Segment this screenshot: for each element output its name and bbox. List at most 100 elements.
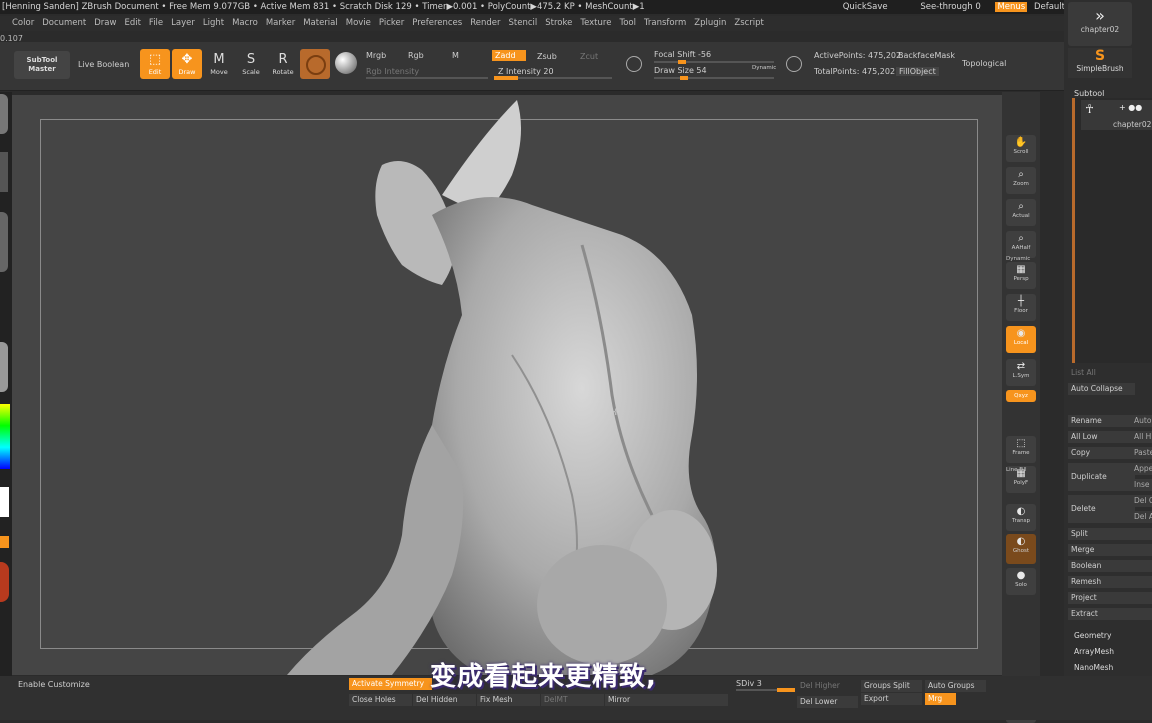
main-color-swatch[interactable] <box>0 487 9 517</box>
rotate-button[interactable]: R Rotate <box>268 49 298 79</box>
menu-macro[interactable]: Macro <box>232 18 258 28</box>
backface-mask-button[interactable]: BackfaceMask <box>898 51 955 60</box>
color-picker[interactable] <box>0 404 10 469</box>
brush-icon[interactable] <box>0 94 8 134</box>
floor-button[interactable]: ┼ Floor <box>1006 294 1036 321</box>
mrg-button[interactable]: Mrg <box>925 693 956 705</box>
move-button[interactable]: M Move <box>204 49 234 79</box>
material-icon[interactable] <box>0 342 8 392</box>
fill-object-button[interactable]: FillObject <box>896 67 939 76</box>
material-swatch[interactable] <box>300 49 330 79</box>
all-low-button[interactable]: All Low <box>1068 431 1135 443</box>
frame-button[interactable]: ⬚ Frame <box>1006 436 1036 463</box>
scroll-button[interactable]: ✋ Scroll <box>1006 135 1036 162</box>
secondary-color-swatch[interactable] <box>0 562 9 602</box>
quicksave-button[interactable]: QuickSave <box>843 2 888 12</box>
enable-customize-button[interactable]: Enable Customize <box>18 680 90 689</box>
fix-mesh-button[interactable]: Fix Mesh <box>477 694 540 706</box>
rgb-intensity-slider[interactable]: Rgb Intensity <box>366 67 419 76</box>
actual-button[interactable]: ⌕ Actual <box>1006 199 1036 226</box>
texture-swatch[interactable] <box>335 52 357 74</box>
menu-picker[interactable]: Picker <box>379 18 404 28</box>
section-arraymesh[interactable]: ArrayMesh <box>1074 647 1114 656</box>
side-del-o-button[interactable]: Del O <box>1132 495 1152 507</box>
delmt-button[interactable]: DelMT <box>541 694 604 706</box>
list-all-button[interactable]: List All <box>1068 367 1135 379</box>
brush-thumb[interactable]: S SimpleBrush <box>1068 48 1132 78</box>
menu-zplugin[interactable]: Zplugin <box>694 18 726 28</box>
live-boolean-button[interactable]: Live Boolean <box>78 60 129 69</box>
side-del-a-button[interactable]: Del A <box>1132 511 1152 523</box>
menu-color[interactable]: Color <box>12 18 34 28</box>
menu-transform[interactable]: Transform <box>644 18 686 28</box>
rgb-button[interactable]: Rgb <box>408 51 424 60</box>
boolean-button[interactable]: Boolean <box>1068 560 1152 572</box>
persp-button[interactable]: ▦ Persp <box>1006 262 1036 289</box>
zcut-button[interactable]: Zcut <box>580 52 598 61</box>
side-auto-button[interactable]: Auto <box>1132 415 1152 427</box>
current-tool-thumb[interactable]: » chapter02 <box>1068 2 1132 46</box>
side-appe-button[interactable]: Appe <box>1132 463 1152 475</box>
menu-draw[interactable]: Draw <box>94 18 116 28</box>
aahalf-button[interactable]: ⌕ AAHalf <box>1006 231 1036 258</box>
close-holes-button[interactable]: Close Holes <box>349 694 412 706</box>
auto-groups-button[interactable]: Auto Groups <box>925 680 986 692</box>
rename-button[interactable]: Rename <box>1068 415 1135 427</box>
menu-movie[interactable]: Movie <box>346 18 371 28</box>
menu-marker[interactable]: Marker <box>266 18 295 28</box>
menu-stroke[interactable]: Stroke <box>545 18 572 28</box>
subtool-title[interactable]: Subtool <box>1074 89 1104 98</box>
side-paste-button[interactable]: Paste <box>1132 447 1152 459</box>
auto-collapse-button[interactable]: Auto Collapse <box>1068 383 1135 395</box>
scale-button[interactable]: S Scale <box>236 49 266 79</box>
alpha-icon[interactable] <box>0 212 8 272</box>
section-nanomesh[interactable]: NanoMesh <box>1074 663 1113 672</box>
menu-file[interactable]: File <box>149 18 163 28</box>
ghost-button[interactable]: ◐ Ghost <box>1006 534 1036 564</box>
del-lower-button[interactable]: Del Lower <box>797 696 858 708</box>
solo-button[interactable]: ● Solo <box>1006 568 1036 595</box>
menus-button[interactable]: Menus <box>995 2 1028 12</box>
merge-button[interactable]: Merge <box>1068 544 1152 556</box>
menu-stencil[interactable]: Stencil <box>508 18 537 28</box>
local-button[interactable]: ◉ Local <box>1006 326 1036 353</box>
topological-button[interactable]: Topological <box>962 59 1006 68</box>
transp-button[interactable]: ◐ Transp <box>1006 504 1036 531</box>
duplicate-button[interactable]: Duplicate <box>1068 463 1135 491</box>
switch-color-icon[interactable] <box>0 536 9 548</box>
delete-button[interactable]: Delete <box>1068 495 1135 523</box>
subtool-visibility-icon[interactable]: + ●● <box>1119 103 1142 112</box>
menu-edit[interactable]: Edit <box>124 18 140 28</box>
focal-shift-slider[interactable]: Focal Shift -56 <box>654 50 711 59</box>
dynamic-toggle[interactable]: Dynamic <box>752 65 776 71</box>
zoom-button[interactable]: ⌕ Zoom <box>1006 167 1036 194</box>
section-geometry[interactable]: Geometry <box>1074 631 1111 640</box>
z-intensity-slider[interactable]: Z Intensity 20 <box>498 67 554 76</box>
menu-texture[interactable]: Texture <box>580 18 611 28</box>
project-button[interactable]: Project <box>1068 592 1152 604</box>
subtool-master-button[interactable]: SubTool Master <box>14 51 70 79</box>
menu-material[interactable]: Material <box>303 18 338 28</box>
sdiv-slider[interactable]: SDiv 3 <box>736 679 762 688</box>
zadd-button[interactable]: Zadd <box>492 50 526 61</box>
side-inse-button[interactable]: Inse <box>1132 479 1152 491</box>
side-all-h-button[interactable]: All H <box>1132 431 1152 443</box>
zsub-button[interactable]: Zsub <box>537 52 557 61</box>
activate-symmetry-button[interactable]: Activate Symmetry <box>349 678 432 690</box>
menu-layer[interactable]: Layer <box>171 18 195 28</box>
mirror-button[interactable]: Mirror <box>605 694 728 706</box>
dynamic-label[interactable]: Dynamic <box>1006 256 1030 262</box>
stroke-icon[interactable] <box>0 152 8 192</box>
mrgb-button[interactable]: Mrgb <box>366 51 386 60</box>
subtool-item[interactable]: ☥ + ●● chapter02 <box>1081 100 1152 130</box>
split-button[interactable]: Split <box>1068 528 1152 540</box>
menu-document[interactable]: Document <box>42 18 86 28</box>
del-hidden-button[interactable]: Del Hidden <box>413 694 476 706</box>
export-button[interactable]: Export <box>861 693 922 705</box>
extract-button[interactable]: Extract <box>1068 608 1152 620</box>
seethrough-slider[interactable]: See-through 0 <box>920 2 980 12</box>
menu-zscript[interactable]: Zscript <box>734 18 764 28</box>
menu-render[interactable]: Render <box>470 18 500 28</box>
line-fill-label[interactable]: Line Fill <box>1006 467 1027 473</box>
copy-button[interactable]: Copy <box>1068 447 1135 459</box>
